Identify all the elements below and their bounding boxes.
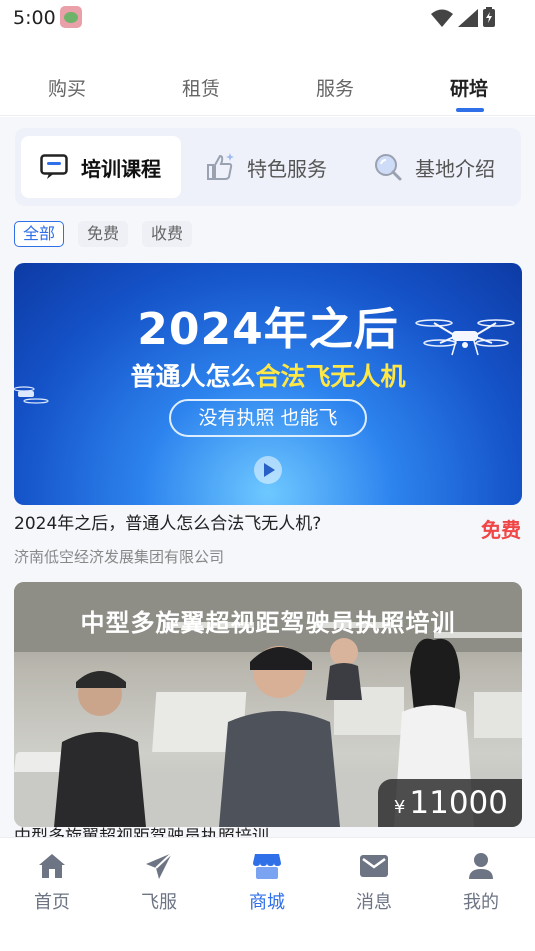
filter-chips: 全部 免费 收费 (14, 221, 193, 247)
top-tab-bar: 购买 租赁 服务 研培 (0, 58, 535, 116)
banner-title: 中型多旋翼超视距驾驶员执照培训 (80, 609, 456, 637)
tab-service[interactable]: 服务 (290, 74, 380, 101)
bottom-nav: 首页 飞服 商城 消息 我的 (0, 837, 535, 951)
category-featured-services[interactable]: 特色服务 (205, 136, 327, 198)
tab-purchase[interactable]: 购买 (22, 74, 112, 101)
nav-label: 我的 (463, 892, 499, 913)
price-tag: ¥ 11000 (377, 779, 522, 827)
tab-label: 研培 (449, 78, 488, 100)
category-bar: 培训课程 特色服务 基地介绍 (15, 128, 521, 206)
filter-all[interactable]: 全部 (14, 221, 65, 247)
filter-paid[interactable]: 收费 (142, 221, 193, 247)
battery-icon (483, 7, 495, 27)
tab-label: 租赁 (181, 78, 220, 100)
nav-label: 消息 (356, 892, 392, 913)
banner-title: 2024年之后 (137, 304, 399, 355)
course-banner[interactable]: 中型多旋翼超视距驾驶员执照培训 ¥ 11000 (14, 582, 522, 827)
tab-label: 购买 (47, 78, 86, 100)
nav-label: 飞服 (141, 892, 177, 913)
chat-icon (39, 152, 69, 182)
banner-subtitle-text: 普通人怎么 (130, 362, 256, 391)
nav-flight-service[interactable]: 飞服 (119, 850, 199, 914)
category-base-intro[interactable]: 基地介绍 (373, 136, 495, 198)
category-label: 基地介绍 (415, 156, 495, 181)
course-banner[interactable]: 2024年之后 普通人怎么合法飞无人机 没有执照 也能飞 (14, 263, 522, 505)
tab-label: 服务 (315, 78, 354, 100)
banner-subtitle: 普通人怎么合法飞无人机 (14, 357, 522, 393)
signal-icon (458, 9, 478, 27)
nav-home[interactable]: 首页 (12, 850, 92, 914)
app-notification-icon (60, 6, 82, 28)
nav-profile[interactable]: 我的 (441, 850, 521, 914)
status-indicators (431, 7, 495, 27)
category-training-courses[interactable]: 培训课程 (21, 136, 181, 198)
course-price: 免费 (481, 518, 521, 542)
nav-store[interactable]: 商城 (227, 850, 307, 914)
magnifier-icon (373, 152, 403, 182)
filter-free[interactable]: 免费 (78, 221, 129, 247)
tab-rental[interactable]: 租赁 (156, 74, 246, 101)
banner-pill: 没有执照 也能飞 (169, 399, 367, 437)
price-amount: 11000 (409, 785, 508, 821)
status-bar: 5:00 (0, 0, 535, 38)
course-title[interactable]: 中型多旋翼超视距驾驶员执照培训 (14, 827, 269, 837)
home-icon (12, 850, 92, 882)
nav-label: 商城 (249, 892, 285, 913)
play-icon[interactable] (254, 456, 282, 484)
nav-messages[interactable]: 消息 (334, 850, 414, 914)
nav-label: 首页 (34, 892, 70, 913)
banner-subtitle-highlight: 合法飞无人机 (255, 362, 406, 391)
envelope-icon (334, 850, 414, 882)
price-currency: ¥ (393, 797, 406, 818)
course-organization: 济南低空经济发展集团有限公司 (14, 548, 225, 566)
active-tab-indicator (456, 108, 484, 112)
category-label: 培训课程 (81, 156, 161, 181)
status-time: 5:00 (13, 7, 56, 29)
thumbs-up-icon (205, 152, 235, 182)
category-label: 特色服务 (247, 156, 327, 181)
wifi-icon (431, 9, 453, 27)
course-title[interactable]: 2024年之后，普通人怎么合法飞无人机? (14, 509, 321, 534)
user-icon (441, 850, 521, 882)
tab-training[interactable]: 研培 (424, 74, 514, 112)
store-icon (227, 850, 307, 882)
paper-plane-icon (119, 850, 199, 882)
